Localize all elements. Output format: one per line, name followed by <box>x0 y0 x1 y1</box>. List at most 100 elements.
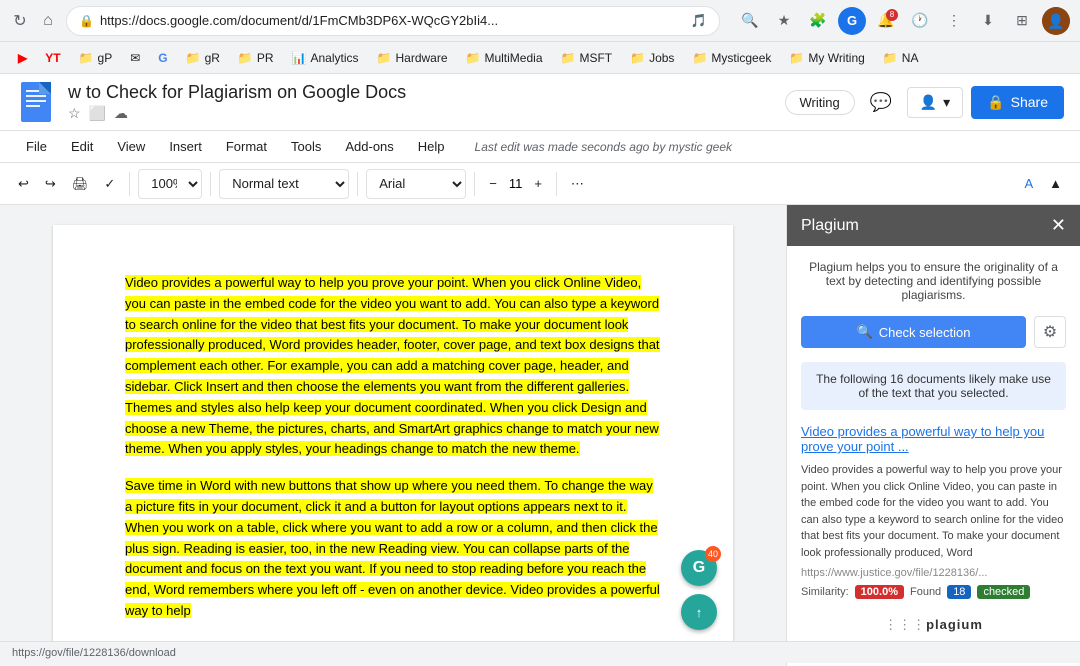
present-chevron: ▾ <box>943 94 950 111</box>
status-url: https://gov/file/1228136/download <box>12 647 176 659</box>
bookmark-gp[interactable]: 📁 gP <box>71 48 121 68</box>
plagium-result-preview: Video provides a powerful way to help yo… <box>801 462 1066 561</box>
plagium-similarity-row: Similarity: 100.0% Found 18 checked <box>801 585 1066 599</box>
plagium-result-link[interactable]: Video provides a powerful way to help yo… <box>801 424 1066 454</box>
menu-bar: File Edit View Insert Format Tools Add-o… <box>0 131 1080 163</box>
menu-view[interactable]: View <box>107 135 155 158</box>
menu-help[interactable]: Help <box>408 135 455 158</box>
divider-3 <box>357 172 358 196</box>
check-selection-button[interactable]: 🔍 Check selection <box>801 316 1026 348</box>
style-select[interactable]: Normal text Heading 1 Heading 2 <box>219 169 349 199</box>
menu-format[interactable]: Format <box>216 135 277 158</box>
zoom-select[interactable]: 100% <box>138 169 202 199</box>
checked-badge: checked <box>977 585 1030 599</box>
format-toolbar-right: A ▲ <box>1018 169 1068 199</box>
search-icon[interactable]: 🔍 <box>736 7 764 35</box>
plagium-close-button[interactable]: ✕ <box>1051 215 1066 236</box>
bookmark-mail[interactable]: ✉ <box>122 48 148 68</box>
found-label: Found <box>910 586 941 598</box>
bookmark-google[interactable]: G <box>150 48 175 68</box>
settings-button[interactable]: ⚙ <box>1034 316 1066 348</box>
comments-button[interactable]: 💬 <box>863 84 899 120</box>
font-select[interactable]: Arial Times New Roman <box>366 169 466 199</box>
menu-addons[interactable]: Add-ons <box>335 135 403 158</box>
gear-icon: ⚙ <box>1043 322 1057 342</box>
highlighted-text-2: Save time in Word with new buttons that … <box>125 478 658 597</box>
menu-edit[interactable]: Edit <box>61 135 103 158</box>
more-formatting-button[interactable]: ⋯ <box>565 169 590 199</box>
writing-badge[interactable]: Writing <box>785 90 855 115</box>
text-color-button[interactable]: A <box>1018 169 1039 199</box>
docs-title-area: w to Check for Plagiarism on Google Docs… <box>68 82 773 122</box>
font-size-area: − 11 + <box>483 169 548 199</box>
plagium-body: Plagium helps you to ensure the original… <box>787 246 1080 666</box>
refresh-button[interactable]: ↻ <box>10 11 30 31</box>
bookmark-youtube2[interactable]: YT <box>37 48 68 68</box>
collapse-toolbar-button[interactable]: ▲ <box>1043 169 1068 199</box>
paragraph-2: Save time in Word with new buttons that … <box>125 476 661 622</box>
main-area: Video provides a powerful way to help yo… <box>0 205 1080 666</box>
docs-title-icons: ☆ ⬜ ☁ <box>68 105 773 122</box>
bookmark-mysticgeek[interactable]: 📁 Mysticgeek <box>684 48 779 68</box>
menu-file[interactable]: File <box>16 135 57 158</box>
lock-icon: 🔒 <box>79 14 94 28</box>
similarity-value-badge: 100.0% <box>855 585 904 599</box>
url-text: https://docs.google.com/document/d/1FmCM… <box>100 13 685 28</box>
downloads-icon[interactable]: ⬇ <box>974 7 1002 35</box>
star-icon[interactable]: ☆ <box>68 105 81 122</box>
search-icon: 🔍 <box>857 324 873 340</box>
plagium-description: Plagium helps you to ensure the original… <box>801 260 1066 302</box>
status-bar: https://gov/file/1228136/download <box>0 641 1080 663</box>
bookmark-pr[interactable]: 📁 PR <box>230 48 282 68</box>
home-button[interactable]: ⌂ <box>38 11 58 31</box>
bookmark-na[interactable]: 📁 NA <box>875 48 927 68</box>
history-icon[interactable]: 🕐 <box>906 7 934 35</box>
menu-insert[interactable]: Insert <box>159 135 212 158</box>
drive-icon[interactable]: ⬜ <box>89 105 106 122</box>
document-page: Video provides a powerful way to help yo… <box>53 225 733 646</box>
bookmark-gr[interactable]: 📁 gR <box>178 48 228 68</box>
share-button[interactable]: 🔒 Share <box>971 86 1064 119</box>
redo-button[interactable]: ↪ <box>39 169 62 199</box>
present-button[interactable]: 👤 ▾ <box>907 87 963 118</box>
docs-top-bar: w to Check for Plagiarism on Google Docs… <box>0 74 1080 131</box>
last-edit-text: Last edit was made seconds ago by mystic… <box>475 140 1064 154</box>
similarity-label: Similarity: <box>801 586 849 598</box>
font-size-value: 11 <box>505 176 527 191</box>
bookmark-youtube[interactable]: ▶ <box>10 48 35 68</box>
plagium-actions: 🔍 Check selection ⚙ <box>801 316 1066 348</box>
bookmark-multimedia[interactable]: 📁 MultiMedia <box>458 48 551 68</box>
address-bar[interactable]: 🔒 https://docs.google.com/document/d/1Fm… <box>66 6 720 36</box>
bookmark-msft[interactable]: 📁 MSFT <box>553 48 621 68</box>
cloud-icon[interactable]: ☁ <box>114 105 128 122</box>
profile-avatar[interactable]: 👤 <box>1042 7 1070 35</box>
print-button[interactable]: 🖨 <box>66 169 95 199</box>
svg-text:👤: 👤 <box>1047 13 1064 30</box>
docs-logo <box>16 82 56 122</box>
divider-4 <box>474 172 475 196</box>
undo-button[interactable]: ↩ <box>12 169 35 199</box>
accounts-icon[interactable]: G <box>838 7 866 35</box>
highlighted-text-1: Video provides a powerful way to help yo… <box>125 275 660 456</box>
plagium-panel: Plagium ✕ Plagium helps you to ensure th… <box>786 205 1080 666</box>
menu-tools[interactable]: Tools <box>281 135 331 158</box>
alert-icon[interactable]: 🔔 8 <box>872 7 900 35</box>
scroll-up-fab[interactable]: ↑ <box>681 594 717 630</box>
fab-badge: 40 <box>705 546 721 562</box>
apps-icon[interactable]: ⊞ <box>1008 7 1036 35</box>
bookmark-hardware[interactable]: 📁 Hardware <box>369 48 456 68</box>
grid-icon[interactable]: ⋮ <box>940 7 968 35</box>
extensions-icon[interactable]: 🧩 <box>804 7 832 35</box>
font-size-decrease[interactable]: − <box>483 169 503 199</box>
plagium-result-url: https://www.justice.gov/file/1228136/... <box>801 567 1066 579</box>
bookmark-analytics[interactable]: 📊 Analytics <box>284 48 367 68</box>
lock-share-icon: 🔒 <box>987 94 1004 111</box>
font-size-increase[interactable]: + <box>528 169 548 199</box>
g-fab[interactable]: G 40 <box>681 550 717 586</box>
tune-icon: 🎵 <box>691 13 707 29</box>
spellcheck-button[interactable]: ✓ <box>98 169 121 199</box>
plagium-title: Plagium <box>801 217 859 235</box>
bookmark-my-writing[interactable]: 📁 My Writing <box>781 48 872 68</box>
bookmark-star-icon[interactable]: ★ <box>770 7 798 35</box>
bookmark-jobs[interactable]: 📁 Jobs <box>622 48 682 68</box>
